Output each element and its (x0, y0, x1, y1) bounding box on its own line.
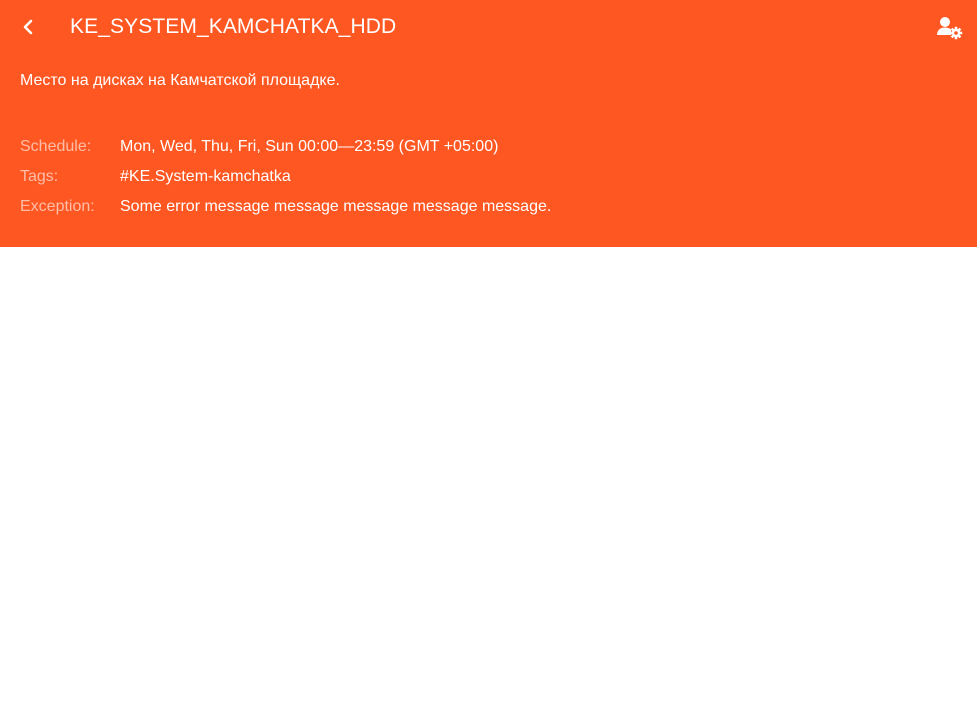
tag-link[interactable]: #KE.System-kamchatka (120, 167, 291, 187)
tags-label: Tags: (20, 168, 59, 185)
schedule-value: Mon, Wed, Thu, Fri, Sun 00:00—23:59 (GMT… (120, 138, 499, 155)
trigger-header: KE_SYSTEM_KAMCHATKA_HDD Место на дисках … (0, 0, 977, 247)
user-settings-icon (937, 17, 963, 40)
exception-message: Some error message message message messa… (120, 198, 552, 215)
user-settings-button[interactable] (934, 14, 966, 42)
chevron-left-icon (23, 19, 33, 35)
schedule-label: Schedule: (20, 138, 92, 155)
back-button[interactable] (14, 13, 42, 41)
trigger-description: Место на дисках на Камчатской площадке. (20, 72, 340, 89)
exception-label: Exception: (20, 198, 95, 215)
page-title: KE_SYSTEM_KAMCHATKA_HDD (70, 15, 397, 38)
